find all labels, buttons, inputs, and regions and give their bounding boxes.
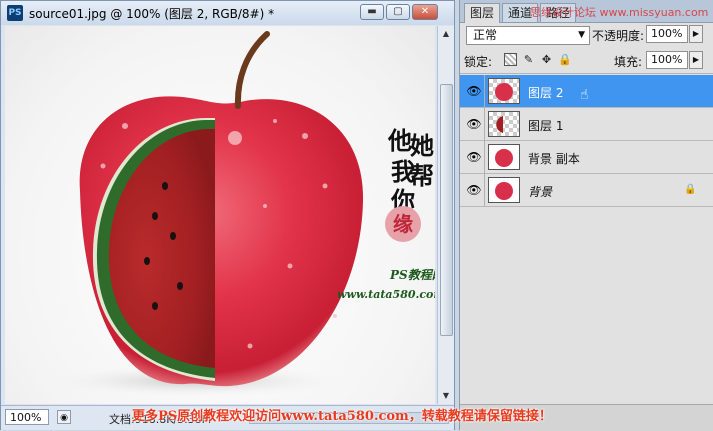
layer-row-layer2[interactable]: 👁 图层 2 ☝ [460, 75, 713, 108]
seal-stamp: 缘 [385, 206, 421, 242]
document-window: PS source01.jpg @ 100% (图层 2, RGB/8#) * … [0, 0, 455, 430]
opacity-slider-button[interactable]: ▶ [689, 25, 703, 43]
layer-thumbnail [488, 177, 520, 203]
close-button[interactable]: ✕ [412, 4, 438, 20]
zoom-field[interactable]: 100% [5, 409, 49, 425]
footer-watermark: 更多PS原创教程欢迎访问www.tata580.com，转载教程请保留链接！ [132, 409, 552, 424]
maximize-button[interactable]: ▢ [386, 4, 410, 20]
scroll-down-icon[interactable]: ▼ [438, 388, 454, 404]
layer-thumbnail [488, 144, 520, 170]
layer-row-background[interactable]: 👁 背景 🔒 [460, 174, 713, 207]
site-url-text: www.tata580.com [337, 288, 435, 301]
lock-transparency-icon[interactable] [504, 53, 517, 66]
vertical-scrollbar[interactable]: ▲ ▼ [437, 26, 454, 404]
layer-name: 背景 [528, 185, 553, 199]
layers-panel: 图层 通道 路径 正常 ▼ 不透明度: 100% ▶ 锁定: ✎ ✥ 🔒 填充:… [459, 0, 713, 431]
eye-icon[interactable]: 👁 [466, 117, 482, 131]
layer-row-layer1[interactable]: 👁 图层 1 [460, 108, 713, 141]
move-icon[interactable]: ✥ [540, 53, 553, 66]
eye-icon[interactable]: 👁 [466, 84, 482, 98]
minimize-button[interactable]: ▬ [360, 4, 384, 20]
lock-row: 锁定: ✎ ✥ 🔒 填充: 100% ▶ [460, 49, 713, 74]
document-title: source01.jpg @ 100% (图层 2, RGB/8#) * [29, 7, 275, 21]
site-brand-text: PS教程网 [390, 268, 435, 282]
fill-slider-button[interactable]: ▶ [689, 51, 703, 69]
apple-stem [234, 31, 270, 109]
fill-label: 填充: [614, 55, 643, 69]
eye-icon[interactable]: 👁 [466, 183, 482, 197]
tab-layers[interactable]: 图层 [464, 3, 501, 23]
layer-thumbnail [488, 78, 520, 104]
photoshop-icon: PS [7, 5, 23, 21]
apple-artwork [45, 31, 364, 397]
corner-watermark: 思缘设计论坛 www.missyuan.com [530, 6, 709, 19]
layer-name: 图层 1 [528, 119, 564, 133]
calligraphy-char-1: 他 [388, 126, 412, 155]
lock-icon[interactable]: 🔒 [558, 53, 572, 66]
lock-label: 锁定: [464, 55, 493, 69]
brush-icon[interactable]: ✎ [522, 53, 535, 66]
status-menu-icon[interactable]: ◉ [57, 410, 71, 424]
blend-row: 正常 ▼ 不透明度: 100% ▶ [460, 24, 713, 48]
cursor-pointer-icon: ☝ [580, 87, 589, 103]
layer-row-background-copy[interactable]: 👁 背景 副本 [460, 141, 713, 174]
lock-icon: 🔒 [684, 184, 697, 195]
scroll-up-icon[interactable]: ▲ [438, 26, 454, 42]
layer-name: 背景 副本 [528, 152, 580, 166]
image-canvas[interactable]: 他 她 我 帮 你 缘 PS教程网 www.tata580.com [5, 26, 435, 404]
scroll-thumb[interactable] [440, 84, 453, 336]
layer-name: 图层 2 [528, 86, 564, 100]
chevron-down-icon: ▼ [578, 30, 585, 40]
opacity-label: 不透明度: [592, 29, 645, 43]
fill-input[interactable]: 100% [646, 51, 688, 69]
blend-mode-value: 正常 [473, 28, 498, 42]
eye-icon[interactable]: 👁 [466, 150, 482, 164]
opacity-input[interactable]: 100% [646, 25, 688, 43]
blend-mode-select[interactable]: 正常 ▼ [466, 26, 590, 45]
document-titlebar[interactable]: PS source01.jpg @ 100% (图层 2, RGB/8#) * … [1, 1, 454, 25]
layer-thumbnail [488, 111, 520, 137]
